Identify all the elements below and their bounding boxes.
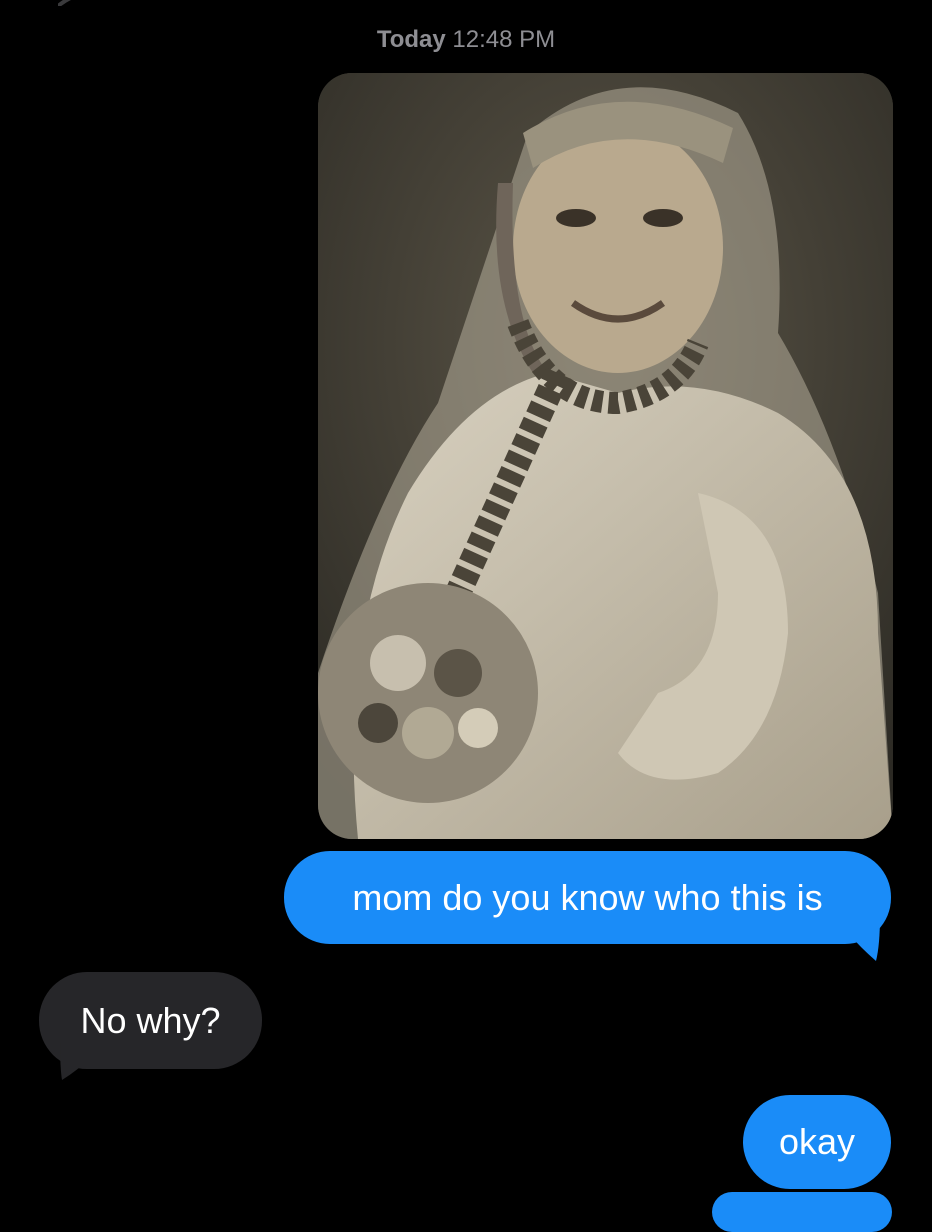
received-bubble-tail <box>60 1040 90 1080</box>
timestamp-day: Today <box>376 26 446 53</box>
message-text: okay <box>778 1121 856 1162</box>
timestamp-time: 12:48 PM <box>452 26 556 53</box>
message-timestamp: Today 12:48 PM <box>0 26 932 54</box>
photo-image <box>318 73 893 839</box>
message-text: mom do you know who this is <box>352 876 823 918</box>
next-sent-bubble-edge <box>712 1192 892 1232</box>
sent-bubble-tail <box>850 915 880 961</box>
message-text: No why? <box>80 999 221 1041</box>
sent-message-bubble[interactable]: okay <box>743 1095 891 1189</box>
sent-photo-attachment[interactable] <box>318 73 893 839</box>
previous-bubble-edge <box>58 0 72 6</box>
sent-message-bubble[interactable]: mom do you know who this is <box>284 851 891 944</box>
